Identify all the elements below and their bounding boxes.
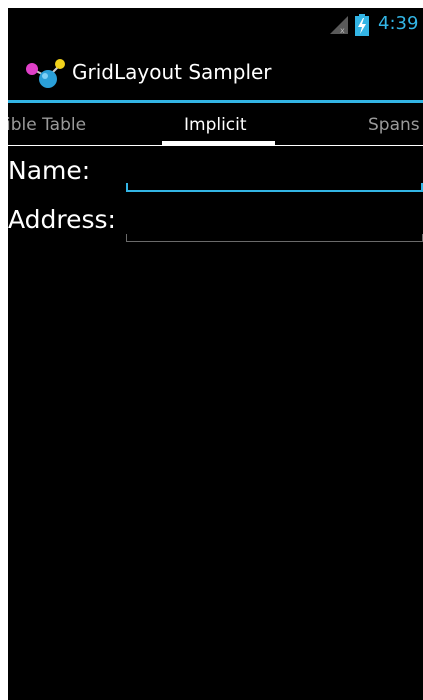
status-clock: 4:39 xyxy=(378,13,419,34)
gridlayout-molecule-icon[interactable] xyxy=(24,57,68,91)
address-field-underline-left-tick xyxy=(126,234,127,242)
name-label: Name: xyxy=(8,156,91,185)
battery-charging-icon xyxy=(355,14,369,36)
action-bar: GridLayout Sampler xyxy=(8,41,423,101)
tab-spans[interactable]: Spans xyxy=(368,115,420,135)
name-field-underline xyxy=(126,190,423,192)
signal-no-sim-icon: x xyxy=(330,16,348,34)
name-field[interactable] xyxy=(126,156,423,190)
svg-text:x: x xyxy=(340,26,345,34)
tab-strip: ible Table Implicit Spans xyxy=(8,103,423,145)
address-field-underline xyxy=(126,241,423,242)
name-field-underline-left-tick xyxy=(126,183,128,191)
tab-implicit[interactable]: Implicit xyxy=(184,115,247,135)
app-title: GridLayout Sampler xyxy=(72,60,272,84)
tab-invisible-table[interactable]: ible Table xyxy=(8,115,86,135)
address-label: Address: xyxy=(8,205,116,234)
app-screen: x 4:39 GridLayout Sampler ible Table Imp… xyxy=(8,8,423,700)
status-bar: x 4:39 xyxy=(8,8,423,41)
tab-strip-divider xyxy=(8,145,423,146)
address-field[interactable] xyxy=(126,206,423,240)
